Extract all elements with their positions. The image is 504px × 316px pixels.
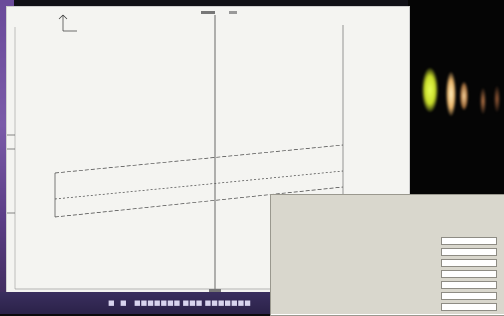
properties-table [275,225,501,313]
row-value-field[interactable] [441,281,497,289]
glow-light-dim [480,88,486,114]
glow-light-dim-2 [494,86,500,112]
table-row [275,302,501,313]
row-value-field[interactable] [441,248,497,256]
row-value-field[interactable] [441,259,497,267]
row-value-field[interactable] [441,292,497,300]
table-row [275,258,501,269]
taskbar-item-1[interactable]: ■ [108,298,115,308]
taskbar-item-2[interactable]: ■ [120,298,127,308]
dialog-header [275,198,501,220]
row-value-field[interactable] [441,303,497,311]
top-tick-marker [201,11,237,14]
glow-light-warm [446,72,456,116]
table-row [275,247,501,258]
axis-orientation-icon [58,14,77,32]
glow-light-warm-2 [460,82,468,110]
row-value-field[interactable] [441,237,497,245]
taskbar-item-3[interactable]: ■■■■■■■ ■■■ ■■■■■■■ [134,298,251,308]
row-value-field[interactable] [441,270,497,278]
table-header [275,225,501,236]
properties-dialog[interactable] [270,194,504,316]
table-row [275,280,501,291]
table-row [275,269,501,280]
glow-light-yellow [422,68,438,112]
table-row [275,291,501,302]
table-row [275,236,501,247]
background-lights-image [408,0,504,196]
shape-top-edge [54,144,344,174]
left-ticks [7,134,15,214]
